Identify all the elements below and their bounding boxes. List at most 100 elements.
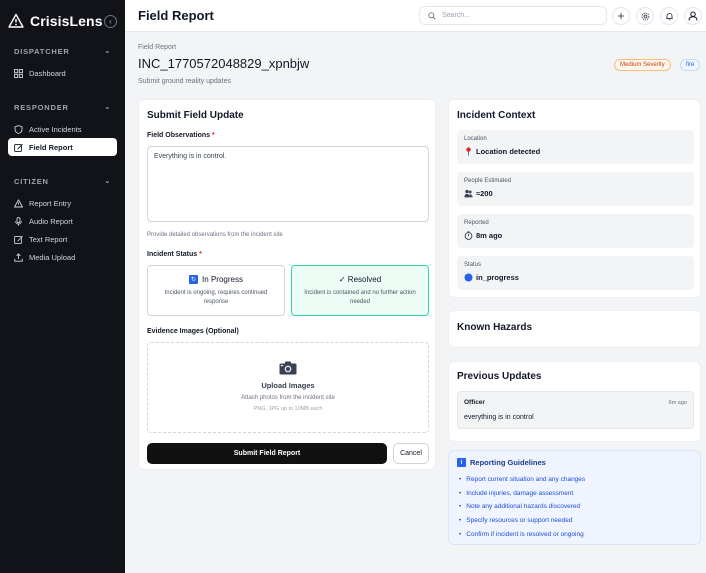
guideline-item: Include injuries, damage assessment	[459, 487, 585, 501]
submit-field-report-button[interactable]: Submit Field Report	[147, 443, 387, 464]
microphone-icon	[14, 216, 23, 226]
gear-icon	[641, 12, 649, 20]
guidelines-title: i Reporting Guidelines	[457, 458, 546, 467]
user-menu-button[interactable]	[684, 7, 702, 25]
updates-title: Previous Updates	[457, 371, 542, 382]
add-button[interactable]	[612, 7, 630, 25]
sidebar-item-label: Dashboard	[29, 68, 66, 78]
incident-context-card: Incident Context Location Location detec…	[448, 99, 701, 298]
shield-icon	[14, 124, 23, 134]
context-value: 8m ago	[476, 231, 503, 240]
sidebar: CrisisLens ‹ DISPATCHER ⌄ Dashboard RESP…	[0, 0, 125, 573]
incident-type-badge: fire	[680, 59, 701, 71]
sidebar-item-field-report[interactable]: Field Report	[8, 138, 117, 156]
reporting-guidelines-card: i Reporting Guidelines Report current sit…	[448, 450, 701, 545]
hazards-title: Known Hazards	[457, 322, 533, 333]
brand[interactable]: CrisisLens ‹	[0, 0, 125, 42]
guideline-item: Specify resources or support needed	[459, 514, 585, 528]
status-option-desc: Incident is ongoing, requires continued …	[164, 290, 268, 305]
guideline-item: Confirm if incident is resolved or ongoi…	[459, 527, 585, 541]
info-icon: i	[457, 458, 466, 467]
context-reported: Reported 8m ago	[457, 214, 694, 248]
sidebar-item-label: Audio Report	[29, 216, 73, 226]
form-title: Submit Field Update	[147, 110, 244, 121]
status-label-text: Incident Status	[147, 251, 198, 258]
observations-hint: Provide detailed observations from the i…	[147, 232, 283, 238]
severity-badge: Medium Severity	[614, 59, 671, 71]
section-citizen[interactable]: CITIZEN ⌄	[0, 174, 125, 188]
sidebar-item-text-report[interactable]: Text Report	[8, 230, 117, 248]
context-value: Location detected	[476, 147, 541, 156]
status-option-title: ✓ Resolved	[338, 275, 382, 284]
status-option-resolved[interactable]: ✓ Resolved Incident is contained and no …	[291, 265, 429, 316]
update-author: Officer	[464, 399, 485, 406]
stopwatch-icon	[464, 231, 473, 240]
update-item: Officer 6m ago everything is in control	[457, 391, 694, 429]
context-status: Status in_progress	[457, 256, 694, 290]
required-mark: *	[211, 132, 215, 139]
section-dispatcher[interactable]: DISPATCHER ⌄	[0, 44, 125, 58]
upload-icon	[14, 252, 23, 262]
refresh-icon: ↻	[189, 275, 199, 284]
evidence-label: Evidence Images (Optional)	[147, 328, 239, 335]
sidebar-item-report-entry[interactable]: Report Entry	[8, 194, 117, 212]
guideline-item: Note any additional hazards discovered	[459, 500, 585, 514]
sidebar-item-label: Active Incidents	[29, 124, 82, 134]
context-title: Incident Context	[457, 110, 536, 121]
alert-triangle-icon	[14, 198, 23, 208]
chevron-down-icon: ⌄	[104, 178, 111, 185]
previous-updates-card: Previous Updates Officer 6m ago everythi…	[448, 361, 701, 442]
context-value: ≈200	[476, 189, 493, 198]
edit-icon	[14, 235, 23, 244]
guidelines-title-text: Reporting Guidelines	[470, 458, 546, 467]
upload-subtitle: Attach photos from the incident site	[241, 395, 335, 401]
sidebar-item-audio-report[interactable]: Audio Report	[8, 212, 117, 230]
context-value: in_progress	[476, 273, 519, 282]
sidebar-item-dashboard[interactable]: Dashboard	[8, 64, 117, 82]
chevron-down-icon: ⌄	[104, 48, 111, 55]
context-location: Location Location detected	[457, 130, 694, 164]
search-input[interactable]: Search...	[419, 6, 607, 25]
sidebar-item-media-upload[interactable]: Media Upload	[8, 248, 117, 266]
camera-icon	[279, 361, 297, 375]
section-responder[interactable]: RESPONDER ⌄	[0, 100, 125, 114]
breadcrumb[interactable]: Field Report	[138, 44, 176, 51]
sidebar-item-label: Text Report	[29, 234, 68, 244]
field-update-form: Submit Field Update Field Observations *…	[138, 99, 436, 470]
app-name: CrisisLens	[30, 13, 103, 29]
status-option-in-progress[interactable]: ↻ In Progress Incident is ongoing, requir…	[147, 265, 285, 316]
section-title: CITIZEN	[14, 176, 49, 186]
known-hazards-card: Known Hazards	[448, 310, 701, 348]
collapse-sidebar-button[interactable]: ‹	[104, 14, 117, 28]
pin-icon	[464, 147, 473, 156]
cancel-button[interactable]: Cancel	[393, 443, 429, 464]
context-key: Reported	[464, 220, 489, 226]
context-key: Location	[464, 136, 487, 142]
alert-triangle-logo-icon	[8, 13, 24, 28]
plus-icon	[618, 13, 624, 19]
edit-icon	[14, 143, 23, 152]
context-key: People Estimated	[464, 178, 512, 184]
update-message: everything is in control	[464, 414, 534, 421]
user-icon	[688, 11, 698, 21]
grid-icon	[14, 68, 23, 78]
header: Field Report Search...	[125, 0, 706, 32]
sidebar-item-label: Field Report	[29, 142, 73, 152]
bell-icon	[665, 12, 673, 20]
search-placeholder: Search...	[442, 12, 471, 19]
image-upload-dropzone[interactable]: Upload Images Attach photos from the inc…	[147, 342, 429, 433]
observations-textarea[interactable]: Everything is in control.	[147, 146, 429, 222]
people-icon	[464, 189, 473, 198]
settings-button[interactable]	[636, 7, 654, 25]
chevron-down-icon: ⌄	[104, 104, 111, 111]
sidebar-item-label: Media Upload	[29, 252, 76, 262]
guidelines-list: Report current situation and any changes…	[459, 473, 585, 541]
notifications-button[interactable]	[660, 7, 678, 25]
search-icon	[428, 11, 436, 20]
page-subtitle: Submit ground reality updates	[138, 78, 231, 85]
sidebar-item-active-incidents[interactable]: Active Incidents	[8, 120, 117, 138]
observations-label-text: Field Observations	[147, 132, 211, 139]
context-key: Status	[464, 262, 482, 268]
sidebar-item-label: Report Entry	[29, 198, 72, 208]
incident-id-title: INC_1770572048829_xpnbjw	[138, 56, 310, 71]
